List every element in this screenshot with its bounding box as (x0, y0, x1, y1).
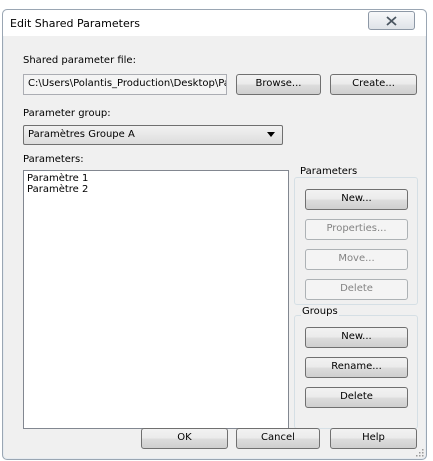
help-button[interactable]: Help (330, 428, 417, 449)
groups-groupbox-title: Groups (301, 306, 339, 317)
list-item[interactable]: Paramètre 2 (27, 184, 285, 195)
parameters-label: Parameters: (23, 154, 84, 165)
parameters-groupbox-title: Parameters (299, 166, 359, 177)
group-rename-button[interactable]: Rename... (305, 357, 408, 378)
close-x-icon (386, 16, 397, 26)
group-new-button[interactable]: New... (305, 327, 408, 348)
title-bar: Edit Shared Parameters (3, 10, 426, 36)
dialog-body: Shared parameter file: C:\Users\Polantis… (3, 36, 426, 459)
shared-file-label: Shared parameter file: (23, 55, 136, 66)
parameter-properties-button[interactable]: Properties... (305, 219, 408, 240)
parameter-new-button[interactable]: New... (305, 189, 408, 210)
cancel-button[interactable]: Cancel (236, 428, 320, 449)
parameter-group-value: Paramètres Groupe A (28, 129, 135, 140)
close-button[interactable] (368, 11, 415, 30)
list-item[interactable]: Paramètre 1 (27, 173, 285, 184)
shared-file-path-field[interactable]: C:\Users\Polantis_Production\Desktop\Pa (23, 74, 227, 95)
parameter-move-button[interactable]: Move... (305, 249, 408, 270)
parameter-group-label: Parameter group: (23, 108, 111, 119)
create-button[interactable]: Create... (330, 74, 417, 95)
resize-grip-icon[interactable] (415, 448, 424, 457)
browse-button[interactable]: Browse... (236, 74, 321, 95)
group-delete-button[interactable]: Delete (305, 387, 408, 408)
parameters-list[interactable]: Paramètre 1 Paramètre 2 (23, 170, 289, 429)
parameter-delete-button[interactable]: Delete (305, 279, 408, 300)
dialog-window: Edit Shared Parameters Shared parameter … (2, 9, 427, 460)
chevron-down-icon (267, 132, 275, 137)
dialog-title: Edit Shared Parameters (10, 17, 140, 30)
parameter-group-select[interactable]: Paramètres Groupe A (23, 125, 283, 145)
ok-button[interactable]: OK (141, 428, 228, 449)
